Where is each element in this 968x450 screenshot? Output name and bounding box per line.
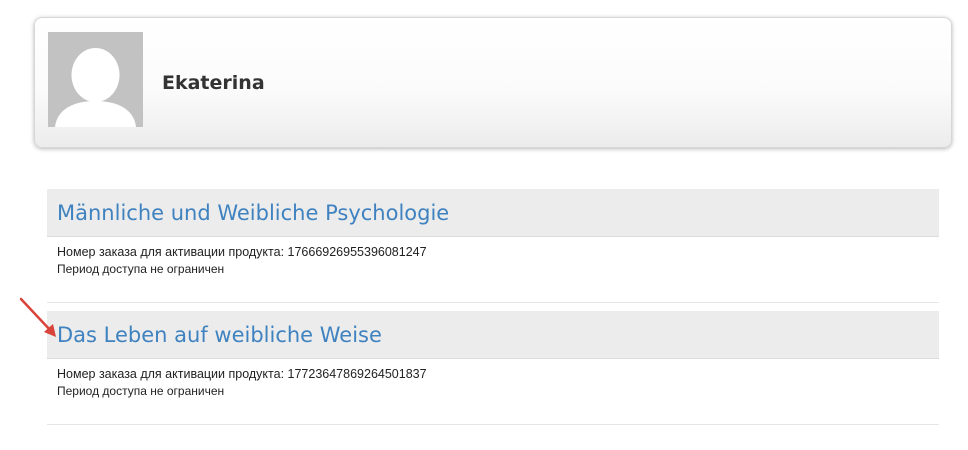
- product-header: Das Leben auf weibliche Weise: [47, 311, 939, 359]
- order-number-text: Номер заказа для активации продукта: 177…: [57, 367, 427, 381]
- access-period-text: Период доступа не ограничен: [57, 262, 225, 276]
- product-title-link[interactable]: Männliche und Weibliche Psychologie: [57, 200, 449, 226]
- user-avatar: [48, 32, 143, 127]
- product-item: Das Leben auf weibliche Weise Номер зака…: [47, 311, 939, 425]
- annotation-arrow-icon: [19, 297, 56, 337]
- access-period-text: Период доступа не ограничен: [57, 384, 225, 398]
- product-item: Männliche und Weibliche Psychologie Номе…: [47, 189, 939, 303]
- product-title-link[interactable]: Das Leben auf weibliche Weise: [57, 322, 382, 348]
- user-name: Ekaterina: [162, 72, 265, 94]
- page: Ekaterina Männliche und Weibliche Psycho…: [0, 0, 968, 450]
- product-header: Männliche und Weibliche Psychologie: [47, 189, 939, 237]
- product-details: Номер заказа для активации продукта: 176…: [47, 237, 939, 303]
- product-details: Номер заказа для активации продукта: 177…: [47, 359, 939, 425]
- default-user-avatar-icon: [48, 32, 143, 127]
- profile-card: Ekaterina: [34, 17, 952, 148]
- order-number-text: Номер заказа для активации продукта: 176…: [57, 245, 427, 259]
